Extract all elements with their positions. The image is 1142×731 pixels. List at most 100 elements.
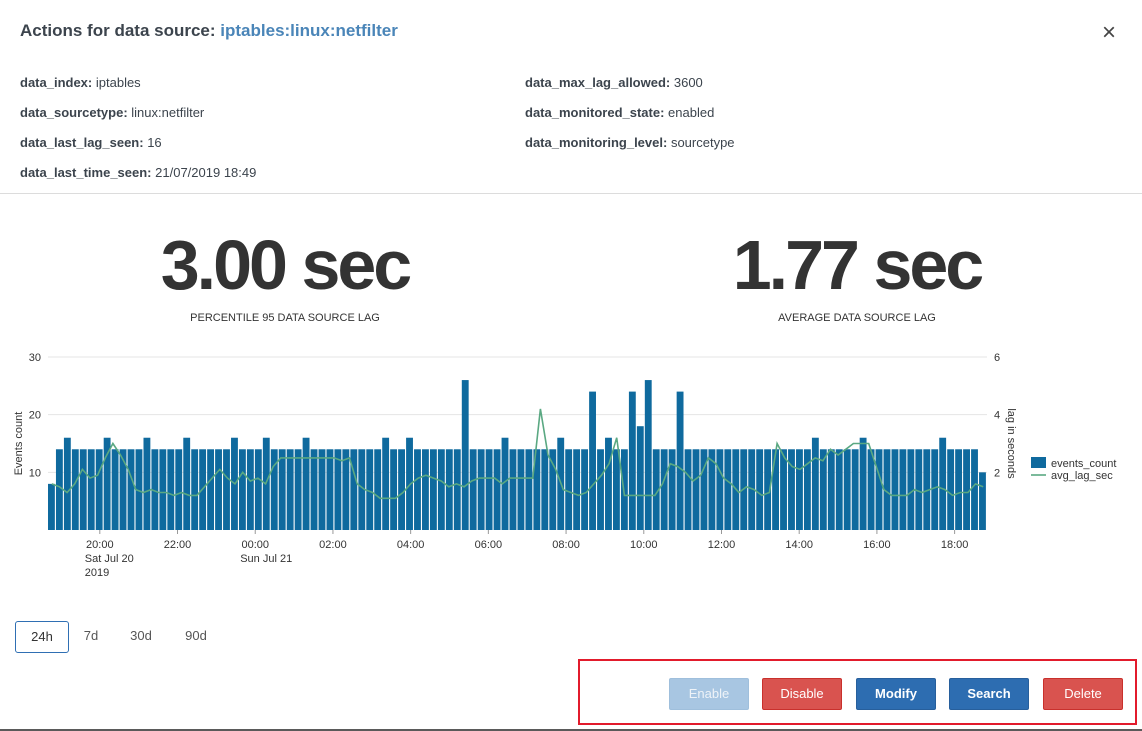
bar-events-count [517, 449, 525, 530]
tab-7d[interactable]: 7d [77, 621, 105, 653]
bar-events-count [756, 449, 764, 530]
detail-data-sourcetype: data_sourcetype: linux:netfilter [20, 105, 204, 120]
detail-value: 21/07/2019 18:49 [155, 165, 257, 180]
x-tick-label: 2019 [85, 567, 109, 579]
bar-events-count [835, 449, 843, 530]
bar-events-count [780, 449, 787, 530]
bar-events-count [278, 449, 286, 530]
bar-events-count [963, 449, 970, 530]
bar-events-count [48, 483, 55, 530]
bar-events-count [581, 449, 589, 530]
x-tick-label: 00:00 [241, 539, 269, 551]
bar-events-count [979, 472, 986, 530]
bar-events-count [525, 449, 533, 530]
x-tick-label: 10:00 [630, 539, 658, 551]
bar-events-count [644, 380, 652, 530]
detail-key: data_index: [20, 75, 93, 90]
modify-button[interactable]: Modify [856, 678, 936, 710]
detail-value: 16 [147, 135, 162, 150]
y2-tick-label: 2 [994, 467, 1000, 479]
detail-key: data_sourcetype: [20, 105, 128, 120]
bar-events-count [95, 449, 103, 530]
tab-90d[interactable]: 90d [177, 621, 215, 653]
detail-data-index: data_index: iptables [20, 75, 141, 90]
bar-events-count [374, 449, 382, 530]
bar-events-count [851, 449, 859, 530]
bar-events-count [437, 449, 445, 530]
detail-data-monitoring-level: data_monitoring_level: sourcetype [525, 135, 735, 150]
y-tick-label: 20 [29, 410, 41, 422]
detail-key: data_max_lag_allowed: [525, 75, 671, 90]
bar-events-count [573, 449, 581, 530]
modal-header: Actions for data source: iptables:linux:… [0, 0, 1142, 64]
bar-events-count [414, 449, 421, 530]
bar-events-count [676, 391, 684, 530]
x-tick-label: Sun Jul 21 [240, 553, 292, 565]
bar-events-count [350, 449, 358, 530]
bar-events-count [549, 449, 557, 530]
detail-value: 3600 [673, 75, 703, 90]
search-button[interactable]: Search [949, 678, 1029, 710]
bar-events-count [772, 449, 779, 530]
delete-button[interactable]: Delete [1043, 678, 1123, 710]
bar-events-count [71, 449, 79, 530]
bar-events-count [318, 449, 326, 530]
events-lag-chart: 10 20 30 2 4 6 Events count lag in seconds 20:00… [13, 352, 1116, 579]
bar-events-count [167, 449, 175, 530]
bar-events-count [469, 449, 477, 530]
x-tick-label: 20:00 [86, 539, 114, 551]
bar-events-count [223, 449, 230, 530]
y-tick-label: 10 [29, 467, 41, 479]
bar-events-count [612, 449, 620, 530]
detail-value: linux:netfilter [131, 105, 205, 120]
bar-events-count [493, 449, 501, 530]
bar-events-count [429, 449, 437, 530]
bar-events-count [191, 449, 199, 530]
x-tick-label: 12:00 [708, 539, 736, 551]
bar-events-count [215, 449, 222, 530]
bar-events-count [398, 449, 405, 530]
bar-events-count [143, 437, 151, 530]
bar-events-count [485, 449, 493, 530]
bar-events-count [87, 449, 95, 530]
bar-events-count [382, 437, 390, 530]
kpi-average-lag: 1.77 sec AVERAGE DATA SOURCE LAG [707, 230, 1007, 324]
close-icon[interactable]: × [1098, 21, 1120, 45]
bar-events-count [270, 449, 278, 530]
y2-axis-label: lag in seconds [1005, 408, 1017, 479]
bar-events-count [589, 391, 596, 530]
bar-events-count [796, 449, 803, 530]
detail-data-last-time-seen: data_last_time_seen: 21/07/2019 18:49 [20, 165, 256, 180]
kpi-value: 1.77 sec [732, 226, 984, 304]
bar-events-count [246, 449, 254, 530]
bar-events-count [477, 449, 485, 530]
x-tick-label: 18:00 [941, 539, 969, 551]
detail-value: enabled [668, 105, 715, 120]
kpi-label: PERCENTILE 95 DATA SOURCE LAG [190, 312, 380, 324]
bar-events-count [716, 449, 724, 530]
bar-events-count [422, 449, 429, 530]
bar-events-count [660, 449, 668, 530]
tab-30d[interactable]: 30d [123, 621, 159, 653]
y2-tick-label: 4 [994, 410, 1000, 422]
bar-events-count [605, 437, 612, 530]
detail-key: data_monitoring_level: [525, 135, 668, 150]
bar-events-count [302, 437, 310, 530]
bar-events-count [859, 437, 867, 530]
bar-events-count [286, 449, 294, 530]
x-tick-label: 06:00 [475, 539, 503, 551]
legend-label-avg-lag-sec: avg_lag_sec [1051, 470, 1113, 482]
bar-events-count [461, 380, 469, 530]
bar-events-count [294, 449, 302, 530]
tab-24h[interactable]: 24h [15, 621, 69, 653]
enable-button[interactable]: Enable [669, 678, 749, 710]
disable-button[interactable]: Disable [762, 678, 842, 710]
legend-label-events-count: events_count [1051, 458, 1116, 470]
bar-events-count [628, 391, 636, 530]
bar-events-count [955, 449, 963, 530]
bar-events-count [891, 449, 899, 530]
bar-events-count [971, 449, 978, 530]
data-source-details: data_index: iptables data_sourcetype: li… [0, 64, 1142, 194]
bar-events-count [111, 449, 119, 530]
bar-events-count [390, 449, 398, 530]
